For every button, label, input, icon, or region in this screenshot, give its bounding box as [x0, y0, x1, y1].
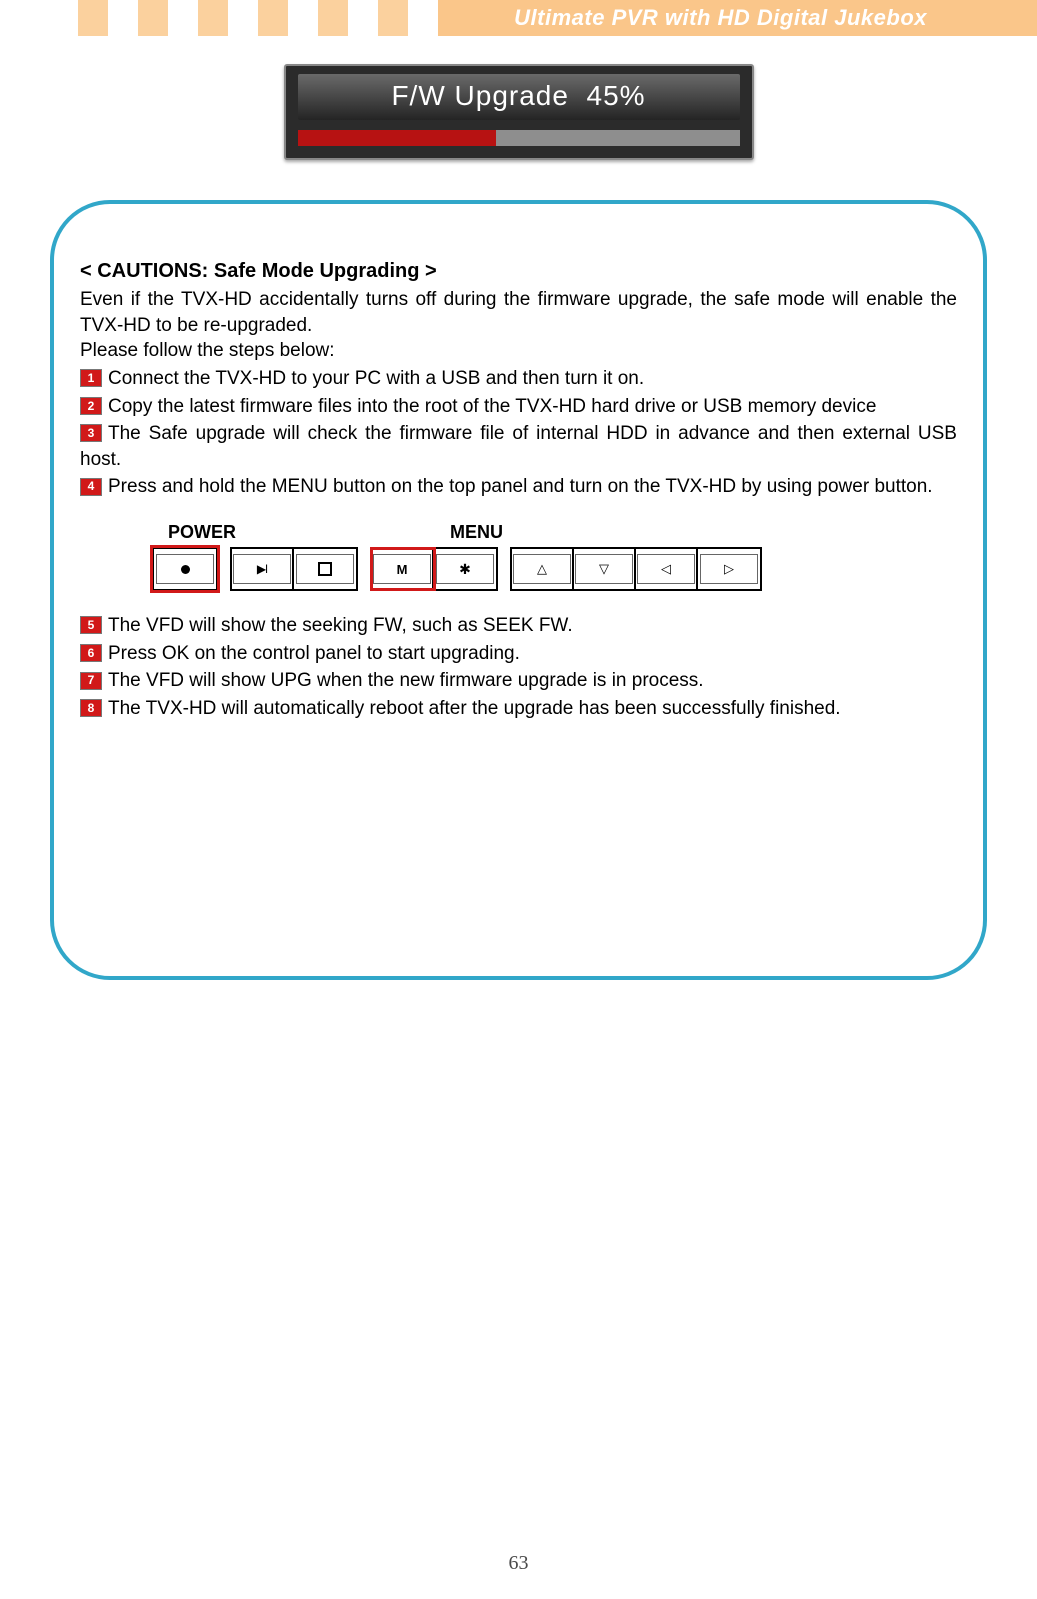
power-button	[154, 549, 216, 589]
caution-intro-2: Please follow the steps below:	[80, 338, 957, 364]
dpad-button-group: △ ▽ ◁ ▷	[510, 547, 762, 591]
dpad-left: ◁	[636, 549, 698, 589]
step-line: 7 The VFD will show UPG when the new firm…	[80, 668, 957, 694]
playpause-button: ▶ǀ	[232, 549, 294, 589]
step-line: 8 The TVX-HD will automatically reboot af…	[80, 696, 957, 722]
step-line: 5 The VFD will show the seeking FW, such …	[80, 613, 957, 639]
gear-icon: ✱	[459, 561, 471, 578]
step-line: 3The Safe upgrade will check the firmwar…	[80, 421, 957, 472]
panel-labels-row: POWER MENU	[152, 522, 957, 543]
caution-box: < CAUTIONS: Safe Mode Upgrading > Even i…	[50, 200, 987, 980]
step-line: 4 Press and hold the MENU button on the t…	[80, 474, 957, 500]
setup-button: ✱	[434, 549, 496, 589]
step-number-icon: 6	[80, 644, 102, 662]
step-line: 2 Copy the latest firmware files into the…	[80, 394, 957, 420]
page-number: 63	[0, 1552, 1037, 1575]
stripe	[78, 0, 108, 36]
step-number-icon: 8	[80, 699, 102, 717]
transport-button-group: ▶ǀ	[230, 547, 358, 591]
step-text: The VFD will show the seeking FW, such a…	[108, 615, 573, 636]
step-number-icon: 4	[80, 478, 102, 496]
firmware-progress-widget: F/W Upgrade 45%	[284, 64, 754, 160]
stop-button	[294, 549, 356, 589]
stripe	[318, 0, 348, 36]
step-text: Press OK on the control panel to start u…	[108, 643, 520, 664]
manual-page: Ultimate PVR with HD Digital Jukebox F/W…	[0, 0, 1037, 1599]
step-number-icon: 3	[80, 424, 102, 442]
stripe	[378, 0, 408, 36]
stripe	[138, 0, 168, 36]
caution-heading: < CAUTIONS: Safe Mode Upgrading >	[80, 260, 957, 283]
menu-button: M	[372, 549, 434, 589]
triangle-right-icon: ▷	[724, 561, 734, 577]
step-number-icon: 1	[80, 369, 102, 387]
step-line: 1 Connect the TVX-HD to your PC with a US…	[80, 366, 957, 392]
step-number-icon: 5	[80, 616, 102, 634]
header-band: Ultimate PVR with HD Digital Jukebox	[0, 0, 1037, 36]
top-panel-diagram: POWER MENU ▶ǀ M ✱ △ ▽ ◁	[152, 522, 957, 591]
power-label: POWER	[168, 522, 236, 543]
caution-intro-1: Even if the TVX-HD accidentally turns of…	[80, 287, 957, 338]
triangle-up-icon: △	[537, 561, 547, 577]
step-text: The TVX-HD will automatically reboot aft…	[108, 698, 841, 719]
header-title: Ultimate PVR with HD Digital Jukebox	[514, 5, 927, 31]
dpad-down: ▽	[574, 549, 636, 589]
step-text: Connect the TVX-HD to your PC with a USB…	[108, 368, 644, 389]
stop-icon	[318, 562, 332, 576]
header-title-bar: Ultimate PVR with HD Digital Jukebox	[438, 0, 1037, 36]
dpad-right: ▷	[698, 549, 760, 589]
firmware-progress-label: F/W Upgrade 45%	[298, 74, 740, 120]
firmware-progress-bar	[298, 130, 740, 146]
menu-icon: M	[397, 562, 408, 577]
playpause-icon: ▶ǀ	[257, 562, 267, 576]
step-number-icon: 7	[80, 672, 102, 690]
step-text: Press and hold the MENU button on the to…	[108, 476, 933, 497]
menu-setup-button-group: M ✱	[370, 547, 498, 591]
panel-buttons-row: ▶ǀ M ✱ △ ▽ ◁ ▷	[152, 547, 957, 591]
triangle-down-icon: ▽	[599, 561, 609, 577]
step-number-icon: 2	[80, 397, 102, 415]
step-line: 6 Press OK on the control panel to start …	[80, 641, 957, 667]
menu-label: MENU	[450, 522, 503, 543]
step-text: The Safe upgrade will check the firmware…	[80, 423, 957, 470]
triangle-left-icon: ◁	[661, 561, 671, 577]
dpad-up: △	[512, 549, 574, 589]
power-icon	[181, 565, 190, 574]
header-stripes	[78, 0, 408, 36]
power-button-group	[152, 547, 218, 591]
firmware-progress-fill	[298, 130, 497, 146]
stripe	[198, 0, 228, 36]
step-text: The VFD will show UPG when the new firmw…	[108, 670, 704, 691]
stripe	[258, 0, 288, 36]
step-text: Copy the latest firmware files into the …	[108, 396, 876, 417]
